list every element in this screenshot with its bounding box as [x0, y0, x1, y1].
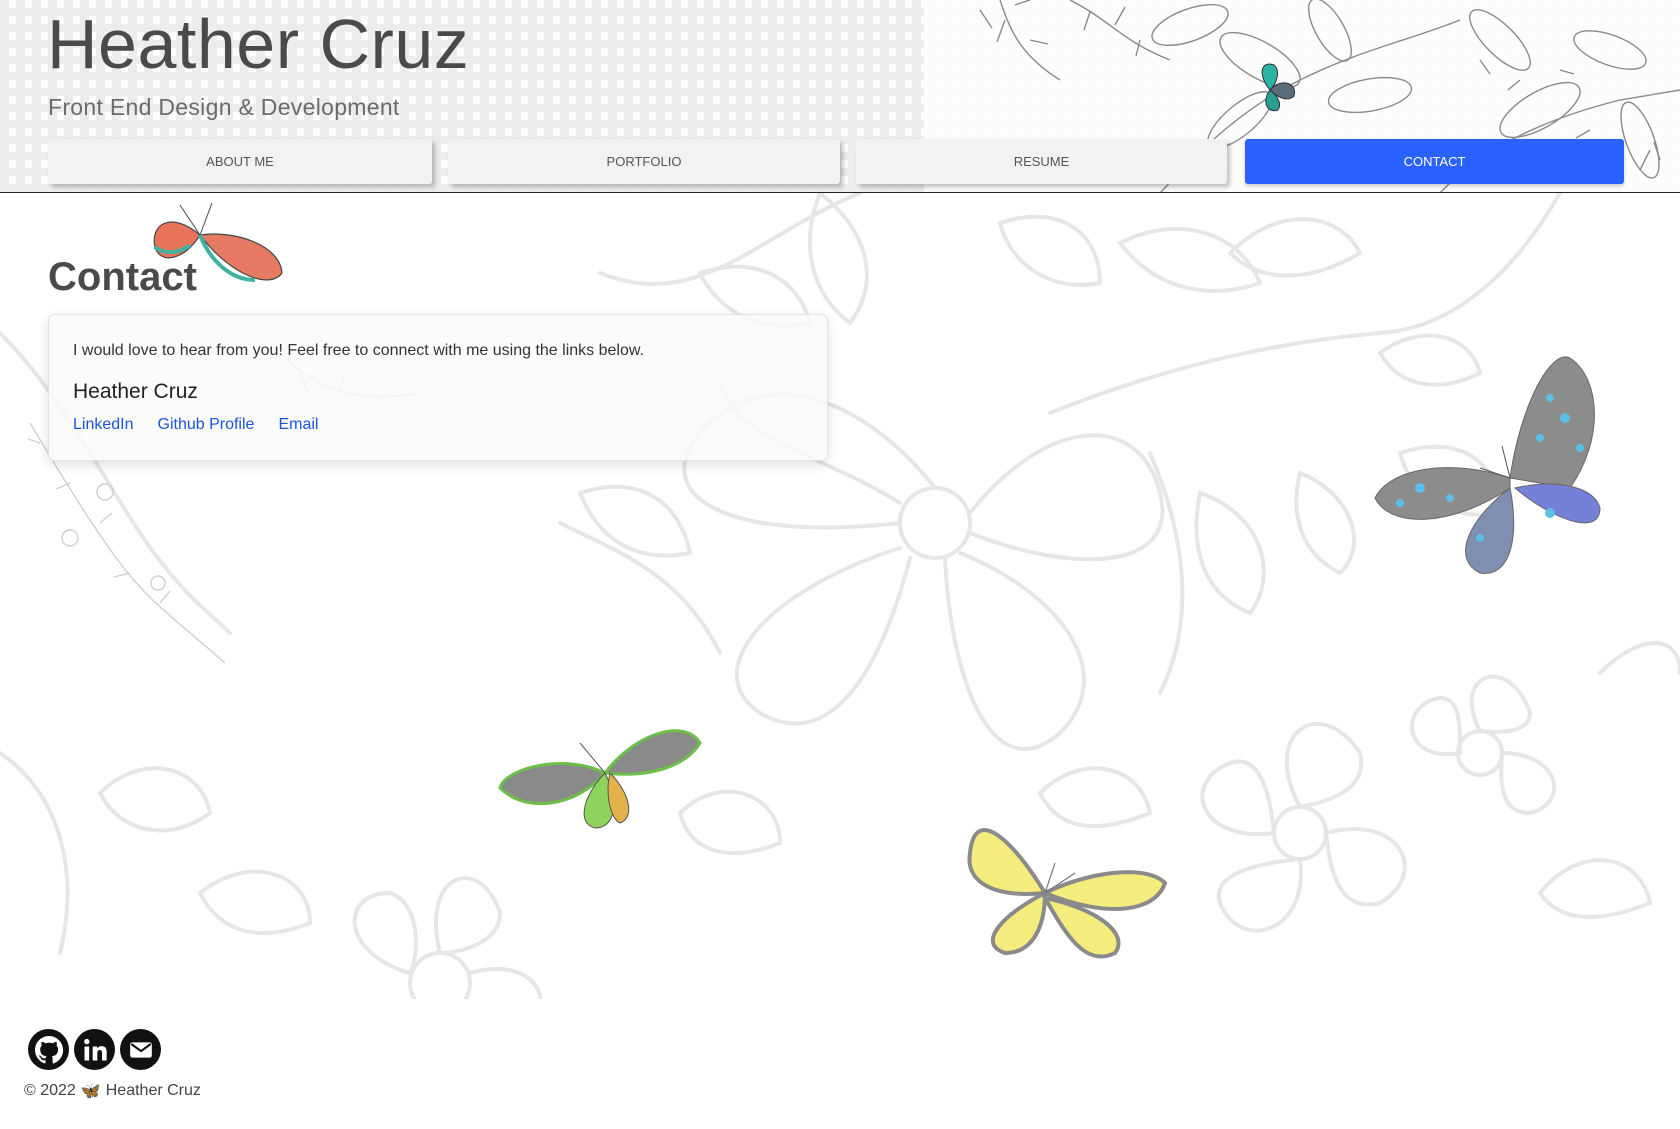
contact-card: I would love to hear from you! Feel free…	[48, 314, 828, 461]
copyright-name: Heather Cruz	[105, 1082, 201, 1099]
tab-portfolio[interactable]: PORTFOLIO	[448, 139, 840, 184]
page-heading: Contact	[48, 255, 197, 299]
email-icon[interactable]	[120, 1029, 161, 1070]
site-title: Heather Cruz	[47, 5, 470, 83]
github-profile-link[interactable]: Github Profile	[158, 416, 255, 434]
tab-resume[interactable]: RESUME	[856, 139, 1227, 184]
contact-intro-text: I would love to hear from you! Feel free…	[73, 342, 644, 359]
contact-name: Heather Cruz	[73, 380, 198, 403]
linkedin-link[interactable]: LinkedIn	[73, 416, 134, 434]
yellow-butterfly	[967, 828, 1168, 959]
email-link[interactable]: Email	[278, 416, 318, 434]
copyright-year: © 2022	[24, 1082, 76, 1099]
blue-butterfly	[1374, 356, 1601, 574]
main-nav: ABOUT ME PORTFOLIO RESUME CONTACT	[48, 139, 1624, 184]
copyright: © 2022 🦋 Heather Cruz	[24, 1081, 201, 1101]
social-icons	[28, 1029, 161, 1070]
site-header: Heather Cruz Front End Design & Developm…	[0, 0, 1680, 193]
teal-butterfly	[1261, 63, 1296, 112]
site-footer: © 2022 🦋 Heather Cruz	[0, 999, 1680, 1129]
green-butterfly	[498, 729, 702, 829]
tab-contact[interactable]: CONTACT	[1245, 139, 1624, 184]
site-subtitle: Front End Design & Development	[48, 94, 400, 120]
butterfly-icon: 🦋	[80, 1083, 101, 1100]
tab-about-me[interactable]: ABOUT ME	[48, 139, 432, 184]
main-content: Contact I would love to hear from you! F…	[0, 193, 1680, 999]
github-icon[interactable]	[28, 1029, 69, 1070]
linkedin-icon[interactable]	[74, 1029, 115, 1070]
contact-links: LinkedIn Github Profile Email	[73, 416, 318, 434]
